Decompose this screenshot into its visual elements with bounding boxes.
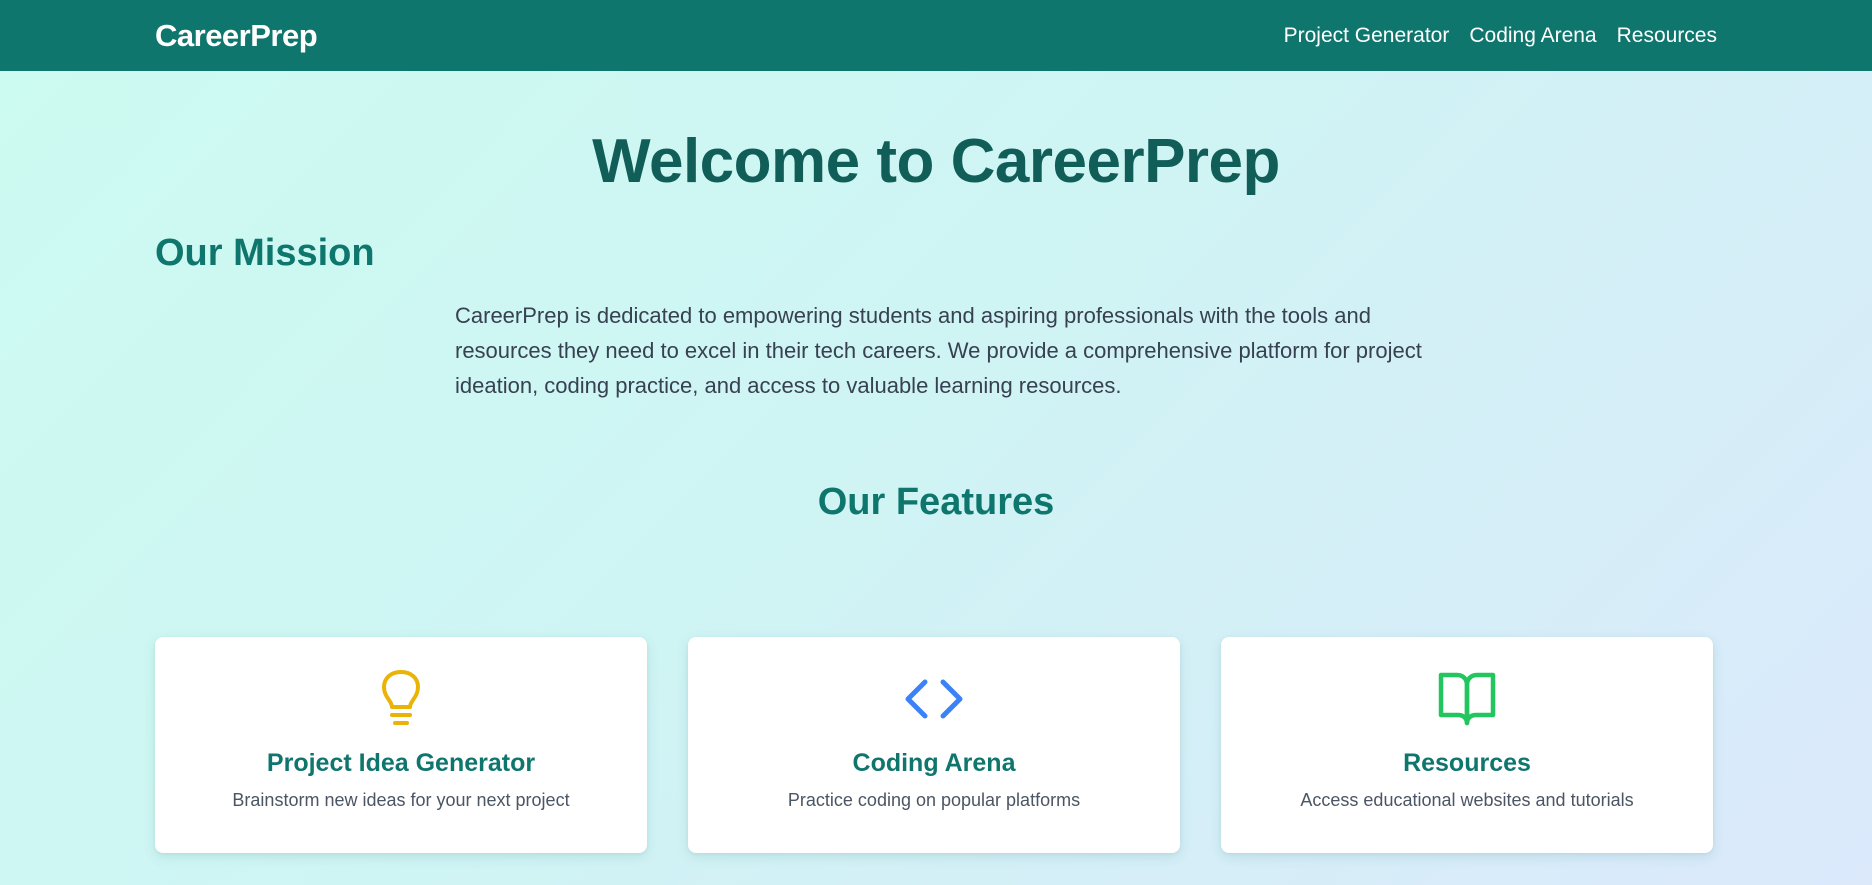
card-description: Brainstorm new ideas for your next proje… bbox=[232, 790, 570, 810]
code-icon bbox=[904, 669, 964, 729]
card-title: Project Idea Generator bbox=[266, 749, 536, 777]
card-title: Coding Arena bbox=[852, 749, 1016, 777]
feature-card-resources[interactable]: Resources Access educational websites an… bbox=[1221, 637, 1713, 853]
feature-cards: Project Idea Generator Brainstorm new id… bbox=[155, 637, 1713, 853]
feature-card-project-idea-generator[interactable]: Project Idea Generator Brainstorm new id… bbox=[155, 637, 647, 853]
mission-heading: Our Mission bbox=[155, 232, 375, 274]
top-navbar: CareerPrep Project Generator Coding Aren… bbox=[0, 0, 1872, 71]
brand-logo[interactable]: CareerPrep bbox=[155, 18, 318, 54]
card-description: Access educational websites and tutorial… bbox=[1300, 790, 1634, 810]
book-open-icon bbox=[1437, 669, 1497, 729]
feature-card-coding-arena[interactable]: Coding Arena Practice coding on popular … bbox=[688, 637, 1180, 853]
page-title: Welcome to CareerPrep bbox=[592, 127, 1280, 196]
nav-links: Project Generator Coding Arena Resources bbox=[1284, 24, 1717, 48]
nav-link-coding-arena[interactable]: Coding Arena bbox=[1469, 24, 1596, 48]
card-description: Practice coding on popular platforms bbox=[787, 790, 1081, 810]
features-heading: Our Features bbox=[817, 481, 1055, 523]
mission-text: CareerPrep is dedicated to empowering st… bbox=[455, 303, 1422, 398]
nav-link-resources[interactable]: Resources bbox=[1617, 24, 1717, 48]
main-content: Welcome to CareerPrep Our Mission Career… bbox=[0, 71, 1872, 885]
card-title: Resources bbox=[1403, 749, 1531, 777]
lightbulb-icon bbox=[371, 669, 431, 729]
nav-link-project-generator[interactable]: Project Generator bbox=[1284, 24, 1450, 48]
